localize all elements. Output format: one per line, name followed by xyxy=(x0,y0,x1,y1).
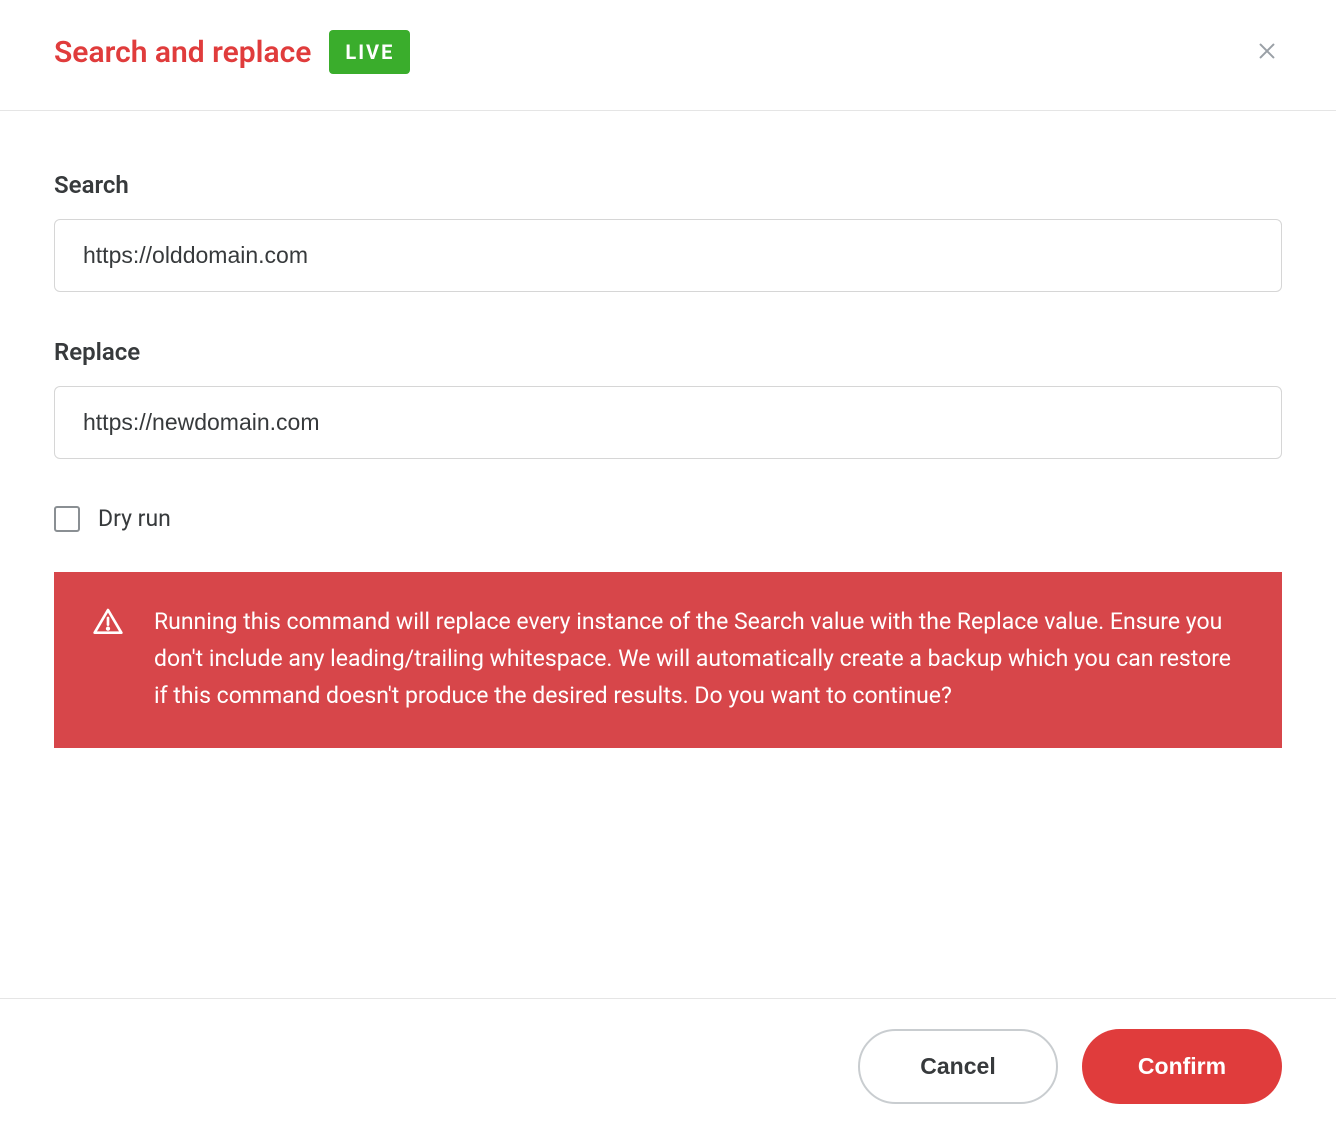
cancel-button[interactable]: Cancel xyxy=(858,1029,1058,1104)
dry-run-row: Dry run xyxy=(54,505,1282,532)
dialog-body: Search Replace Dry run Running this comm… xyxy=(0,111,1336,999)
dry-run-label[interactable]: Dry run xyxy=(98,505,171,532)
replace-label: Replace xyxy=(54,338,1282,366)
replace-group: Replace xyxy=(54,338,1282,459)
search-input[interactable] xyxy=(54,219,1282,292)
live-badge: LIVE xyxy=(329,30,410,74)
warning-box: Running this command will replace every … xyxy=(54,572,1282,748)
search-replace-dialog: Search and replace LIVE Search Replace D… xyxy=(0,0,1336,1144)
search-group: Search xyxy=(54,171,1282,292)
dialog-footer: Cancel Confirm xyxy=(0,999,1336,1144)
close-button[interactable] xyxy=(1252,36,1282,69)
warning-text: Running this command will replace every … xyxy=(154,604,1244,714)
warning-icon xyxy=(92,606,124,642)
close-icon xyxy=(1256,40,1278,65)
dialog-title: Search and replace xyxy=(54,35,311,70)
dialog-header: Search and replace LIVE xyxy=(0,0,1336,111)
replace-input[interactable] xyxy=(54,386,1282,459)
dry-run-checkbox[interactable] xyxy=(54,506,80,532)
confirm-button[interactable]: Confirm xyxy=(1082,1029,1282,1104)
header-left: Search and replace LIVE xyxy=(54,30,410,74)
search-label: Search xyxy=(54,171,1282,199)
